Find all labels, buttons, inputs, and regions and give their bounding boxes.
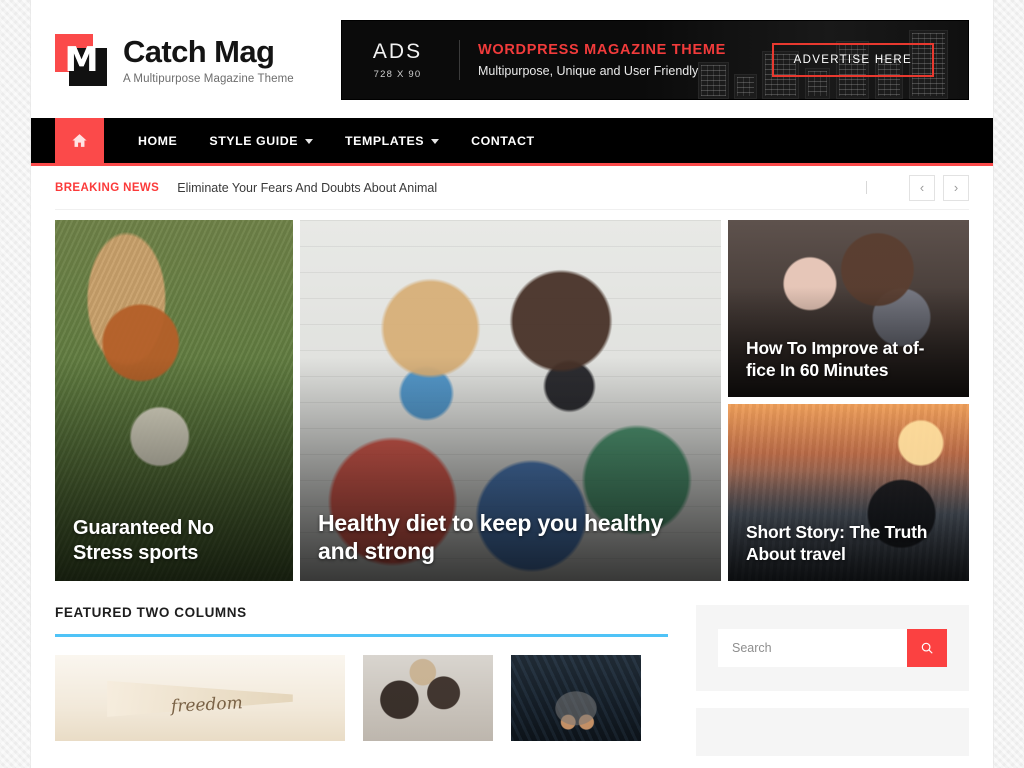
featured-card-office[interactable] [363, 655, 493, 741]
nav-item-style-guide[interactable]: STYLE GUIDE [193, 118, 329, 163]
section-title-underline [55, 634, 668, 637]
site-logo-icon: M [55, 34, 107, 86]
featured-thumbnail-row [55, 655, 668, 741]
sidebar [696, 605, 969, 756]
divider [866, 181, 867, 194]
brand-text: Catch Mag A Multipurpose Magazine Theme [123, 33, 294, 86]
search-icon [921, 642, 933, 654]
nav-label: STYLE GUIDE [209, 133, 299, 148]
site-description: A Multipurpose Magazine Theme [123, 73, 294, 86]
featured-card-freedom[interactable] [55, 655, 345, 741]
ad-banner[interactable]: ADS 728 X 90 WORDPRESS MAGAZINE THEME Mu… [341, 20, 969, 100]
breaking-news-bar: BREAKING NEWS Eliminate Your Fears And D… [55, 166, 969, 210]
primary-menu: HOME STYLE GUIDE TEMPLATES CONTACT [55, 118, 969, 163]
breaking-news-controls: ‹ › [866, 174, 969, 201]
freedom-banner-image [55, 655, 345, 741]
hero-tile-4[interactable]: Short Story: The Truth About travel [728, 404, 969, 581]
hero-right-column: How To Improve at of-fice In 60 Minutes … [728, 220, 969, 581]
featured-card-shoes[interactable] [511, 655, 641, 741]
sidebar-widget-secondary [696, 708, 969, 756]
page-container: M Catch Mag A Multipurpose Magazine Them… [31, 0, 993, 768]
home-icon-button[interactable] [55, 118, 104, 163]
primary-navigation-bar: HOME STYLE GUIDE TEMPLATES CONTACT [31, 118, 993, 166]
advertise-here-button[interactable]: ADVERTISE HERE [771, 43, 934, 77]
search-input[interactable] [718, 629, 907, 667]
featured-hero-grid: Guaranteed No Stress sports Healthy diet… [55, 220, 969, 581]
search-form [718, 629, 947, 667]
breaking-news-inner: BREAKING NEWS Eliminate Your Fears And D… [55, 166, 969, 210]
site-header: M Catch Mag A Multipurpose Magazine Them… [55, 0, 969, 118]
hero-tile-2[interactable]: Healthy diet to keep you healthy and str… [300, 220, 721, 581]
nav-inner: HOME STYLE GUIDE TEMPLATES CONTACT [55, 118, 969, 163]
office-meeting-image [363, 655, 493, 741]
ad-size-block: ADS 728 X 90 [342, 40, 460, 80]
site-branding[interactable]: M Catch Mag A Multipurpose Magazine Them… [55, 34, 341, 86]
nav-item-home[interactable]: HOME [122, 118, 193, 163]
search-submit-button[interactable] [907, 629, 947, 667]
chevron-down-icon [431, 139, 440, 144]
breaking-news-label: BREAKING NEWS [55, 181, 160, 194]
site-title: Catch Mag [123, 33, 275, 69]
breaking-prev-button[interactable]: ‹ [909, 174, 935, 201]
header-inner: M Catch Mag A Multipurpose Magazine Them… [55, 0, 969, 118]
content-columns: FEATURED TWO COLUMNS [55, 605, 969, 756]
section-title-featured-two-columns: FEATURED TWO COLUMNS [55, 605, 247, 620]
nav-label: CONTACT [471, 133, 535, 148]
breaking-next-button[interactable]: › [943, 174, 969, 201]
ad-headline: WORDPRESS MAGAZINE THEME [478, 42, 726, 58]
hero-title-2: Healthy diet to keep you healthy and str… [318, 509, 664, 564]
ad-dimensions: 728 X 90 [373, 69, 422, 80]
logo-letter: M [64, 40, 99, 80]
home-icon [72, 134, 87, 147]
hero-tile-3[interactable]: How To Improve at of-fice In 60 Minutes [728, 220, 969, 397]
nav-label: HOME [138, 133, 178, 148]
ad-subline: Multipurpose, Unique and User Friendly [478, 64, 699, 78]
main-column: FEATURED TWO COLUMNS [55, 605, 668, 756]
nav-item-templates[interactable]: TEMPLATES [329, 118, 455, 163]
lower-inner: FEATURED TWO COLUMNS [55, 605, 969, 756]
search-widget [696, 605, 969, 691]
nav-item-contact[interactable]: CONTACT [455, 118, 551, 163]
hero-title-4: Short Story: The Truth About travel [746, 522, 928, 564]
hero-title-1: Guaranteed No Stress sports [73, 517, 214, 564]
ad-copy: WORDPRESS MAGAZINE THEME Multipurpose, U… [460, 42, 726, 78]
chevron-down-icon [305, 139, 314, 144]
nav-label: TEMPLATES [345, 133, 425, 148]
hero-title-3: How To Improve at of-fice In 60 Minutes [746, 338, 925, 380]
breaking-news-headline[interactable]: Eliminate Your Fears And Doubts About An… [177, 181, 437, 195]
nav-menu-items: HOME STYLE GUIDE TEMPLATES CONTACT [104, 118, 551, 163]
ad-label: ADS [372, 40, 423, 63]
hero-inner: Guaranteed No Stress sports Healthy diet… [55, 220, 969, 581]
hero-tile-1[interactable]: Guaranteed No Stress sports [55, 220, 293, 581]
shoes-overhead-image [511, 655, 641, 741]
